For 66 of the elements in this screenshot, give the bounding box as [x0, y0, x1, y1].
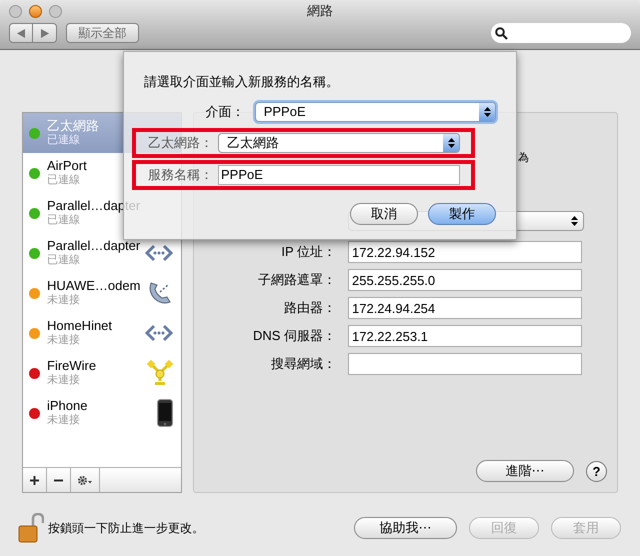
interface-popup[interactable]: PPPoE: [254, 102, 496, 122]
search-icon: [495, 26, 508, 40]
field-label: 路由器：: [283, 299, 337, 318]
cancel-button[interactable]: 取消: [350, 202, 418, 224]
phone-handset-icon: [147, 280, 173, 306]
field-label: 介面：: [204, 102, 246, 121]
service-status: 已連線: [47, 213, 80, 227]
service-item[interactable]: FireWire 未連接: [23, 353, 181, 393]
forward-button[interactable]: [33, 23, 57, 43]
arrows-icon: [145, 323, 173, 343]
field-input[interactable]: 255.255.255.0: [348, 269, 582, 291]
left-triangle-icon: [17, 28, 25, 38]
stepper-icon: [571, 216, 578, 226]
right-triangle-icon: [40, 28, 48, 38]
window-title: 網路: [307, 2, 333, 20]
service-name-input[interactable]: PPPoE: [218, 164, 460, 184]
create-button[interactable]: 製作: [428, 202, 496, 224]
service-status: 未連接: [47, 373, 80, 387]
minimize-icon[interactable]: [29, 4, 42, 18]
field-input[interactable]: 172.24.94.254: [348, 297, 582, 319]
service-name: FireWire: [47, 359, 96, 373]
field-label: 子網路遮罩：: [257, 271, 337, 290]
close-icon[interactable]: [9, 4, 22, 18]
back-button[interactable]: [9, 23, 33, 43]
stepper-icon: [479, 102, 495, 120]
show-all-button[interactable]: 顯示全部: [66, 23, 139, 43]
field-label: 服務名稱：: [147, 166, 214, 184]
service-status: 未連接: [47, 333, 80, 347]
service-item[interactable]: iPhone 未連接: [23, 393, 181, 433]
service-name: iPhone: [47, 399, 88, 413]
assist-button[interactable]: 協助我⋯: [354, 517, 457, 539]
arrows-icon: [145, 243, 173, 263]
service-name: HomeHinet: [47, 319, 112, 333]
service-name: AirPort: [47, 159, 87, 173]
service-status: 未連接: [47, 293, 80, 307]
stepper-icon: [443, 134, 459, 152]
advanced-button[interactable]: 進階⋯: [476, 460, 574, 482]
service-name: Parallel…dapter: [47, 199, 140, 213]
sheet-message: 請選取介面並輸入新服務的名稱。: [144, 73, 340, 91]
service-item[interactable]: HomeHinet 未連接: [23, 313, 181, 353]
service-item[interactable]: Parallel…dapter 已連線: [23, 233, 181, 273]
service-status: 已連線: [47, 253, 80, 267]
service-status: 已連線: [47, 133, 80, 147]
field-label: DNS 伺服器：: [252, 327, 337, 346]
search-field[interactable]: [491, 23, 631, 43]
lock-message: 按鎖頭一下防止進一步更改。: [48, 520, 205, 537]
padlock-icon: [18, 513, 44, 543]
service-status: 未連接: [47, 413, 80, 427]
gear-icon: [77, 474, 93, 486]
field-label: IP 位址：: [280, 243, 337, 262]
field-input[interactable]: 172.22.253.1: [348, 325, 582, 347]
help-button[interactable]: ?: [586, 460, 607, 482]
service-item[interactable]: HUAWE…odem 未連接: [23, 273, 181, 313]
field-input[interactable]: 172.22.94.152: [348, 241, 582, 263]
plus-icon: [30, 476, 39, 484]
zoom-icon[interactable]: [49, 4, 62, 18]
service-name: Parallel…dapter: [47, 239, 140, 253]
field-label: 搜尋網域：: [270, 355, 337, 374]
field-input[interactable]: [348, 353, 582, 375]
service-name: HUAWE…odem: [47, 279, 140, 293]
description-fragment: 為: [518, 151, 529, 166]
ethernet-popup[interactable]: 乙太網路: [218, 132, 460, 152]
service-name: 乙太網路: [47, 119, 99, 133]
mobile-phone-icon: [157, 399, 173, 427]
service-status: 已連線: [47, 173, 80, 187]
firewire-icon: [147, 359, 173, 387]
